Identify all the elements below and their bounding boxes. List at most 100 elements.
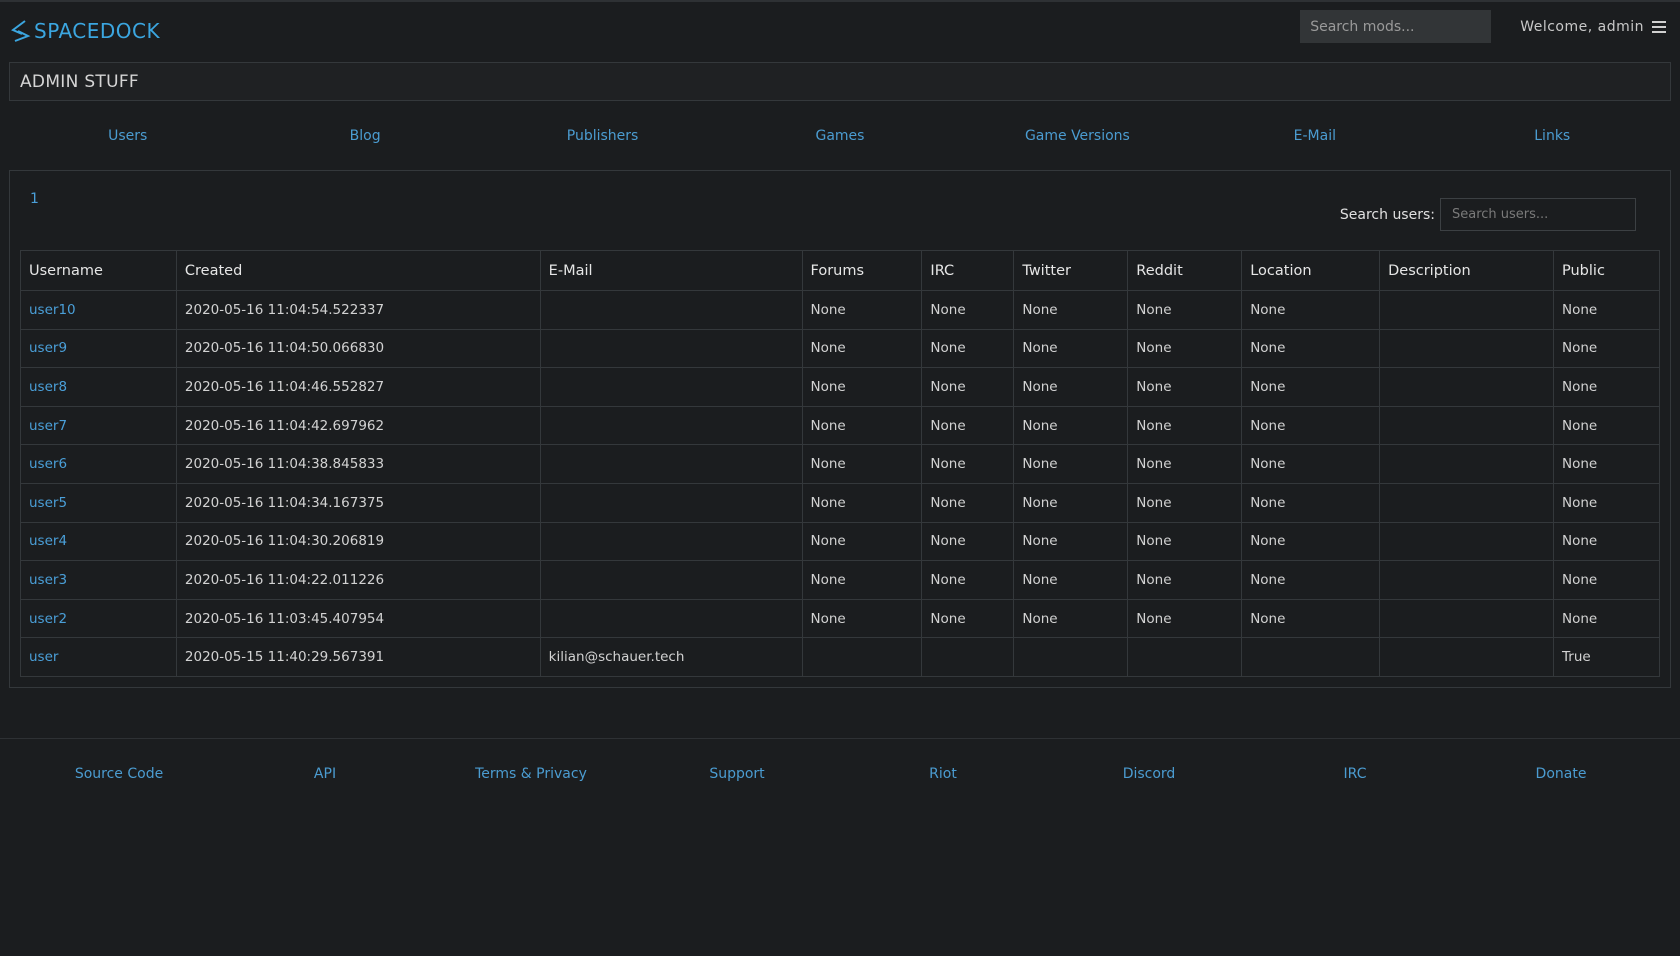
username-cell: user10	[20, 290, 177, 330]
table-cell	[539, 405, 803, 446]
admin-title-panel: ADMIN STUFF	[9, 62, 1671, 101]
table-cell: 2020-05-15 11:40:29.567391	[175, 637, 541, 677]
table-cell: None	[1553, 367, 1660, 407]
table-cell: 2020-05-16 11:04:54.522337	[175, 290, 541, 330]
nav-email[interactable]: E-Mail	[1196, 128, 1433, 144]
table-header-row: Username Created E-Mail Forums IRC Twitter Red…	[20, 250, 1660, 291]
username-link[interactable]: user6	[29, 456, 67, 472]
user-search: Search users:	[1340, 198, 1636, 231]
hamburger-menu-icon[interactable]	[1652, 20, 1666, 33]
table-cell	[539, 290, 803, 330]
table-cell: None	[1127, 521, 1243, 562]
username-cell: user	[20, 637, 177, 677]
table-cell: None	[1241, 482, 1381, 523]
username-cell: user3	[20, 560, 177, 600]
table-cell: None	[1013, 405, 1129, 446]
table-cell: None	[921, 405, 1015, 446]
table-row: user3 2020-05-16 11:04:22.011226 None None N…	[20, 560, 1660, 600]
table-cell: None	[1553, 405, 1660, 446]
table-cell: 2020-05-16 11:04:42.697962	[175, 405, 541, 446]
footer-terms-privacy[interactable]: Terms & Privacy	[428, 766, 634, 782]
spacedock-logo[interactable]: SPACEDOCK	[9, 19, 160, 43]
table-cell	[1379, 637, 1554, 677]
spacedock-logo-icon	[11, 20, 31, 42]
table-row: user4 2020-05-16 11:04:30.206819 None None N…	[20, 521, 1660, 562]
users-table: Username Created E-Mail Forums IRC Twitter Red…	[20, 250, 1660, 677]
table-cell	[1379, 598, 1554, 639]
table-row: user9 2020-05-16 11:04:50.066830 None None N…	[20, 328, 1660, 369]
table-cell: None	[1553, 521, 1660, 562]
nav-games[interactable]: Games	[721, 128, 958, 144]
footer-divider	[0, 738, 1680, 739]
table-cell	[539, 482, 803, 523]
table-row: user 2020-05-15 11:40:29.567391 kilian@sch…	[20, 637, 1660, 677]
table-cell: None	[921, 367, 1015, 407]
username-link[interactable]: user	[29, 649, 58, 665]
table-cell: None	[1553, 560, 1660, 600]
footer-irc[interactable]: IRC	[1252, 766, 1458, 782]
table-cell: None	[1553, 328, 1660, 369]
table-cell: None	[1013, 367, 1129, 407]
table-cell: 2020-05-16 11:04:38.845833	[175, 444, 541, 484]
table-cell: None	[801, 405, 923, 446]
table-cell: None	[1013, 444, 1129, 484]
table-cell	[1127, 637, 1243, 677]
nav-links[interactable]: Links	[1434, 128, 1671, 144]
username-link[interactable]: user2	[29, 611, 67, 627]
footer-riot[interactable]: Riot	[840, 766, 1046, 782]
table-cell	[539, 367, 803, 407]
nav-users[interactable]: Users	[9, 128, 246, 144]
table-cell: None	[1241, 521, 1381, 562]
footer-source-code[interactable]: Source Code	[16, 766, 222, 782]
table-cell: None	[921, 521, 1015, 562]
user-menu[interactable]: Welcome, admin	[1520, 19, 1666, 35]
footer-api[interactable]: API	[222, 766, 428, 782]
table-cell	[1379, 367, 1554, 407]
column-header: Username	[20, 250, 177, 291]
username-link[interactable]: user8	[29, 379, 67, 395]
footer-donate[interactable]: Donate	[1458, 766, 1664, 782]
column-header: IRC	[921, 250, 1015, 291]
table-cell: None	[1127, 328, 1243, 369]
table-cell	[921, 637, 1015, 677]
table-cell: None	[1553, 598, 1660, 639]
username-link[interactable]: user7	[29, 418, 67, 434]
table-cell: 2020-05-16 11:03:45.407954	[175, 598, 541, 639]
footer-discord[interactable]: Discord	[1046, 766, 1252, 782]
table-cell: None	[1241, 598, 1381, 639]
table-body: user10 2020-05-16 11:04:54.522337 None None…	[20, 290, 1660, 677]
username-link[interactable]: user10	[29, 302, 76, 318]
search-mods-input[interactable]	[1300, 10, 1492, 43]
table-cell: None	[1241, 328, 1381, 369]
table-cell: None	[1013, 290, 1129, 330]
nav-game-versions[interactable]: Game Versions	[959, 128, 1196, 144]
table-cell: None	[1013, 598, 1129, 639]
footer-support[interactable]: Support	[634, 766, 840, 782]
table-cell: None	[801, 328, 923, 369]
table-cell: None	[1127, 367, 1243, 407]
table-cell	[801, 637, 923, 677]
column-header: Forums	[801, 250, 923, 291]
table-cell	[539, 560, 803, 600]
search-users-input[interactable]	[1440, 198, 1636, 231]
username-link[interactable]: user4	[29, 533, 67, 549]
table-cell	[1379, 328, 1554, 369]
nav-publishers[interactable]: Publishers	[484, 128, 721, 144]
table-cell	[1379, 405, 1554, 446]
username-link[interactable]: user5	[29, 495, 67, 511]
table-cell: 2020-05-16 11:04:34.167375	[175, 482, 541, 523]
table-cell	[539, 598, 803, 639]
table-cell: None	[801, 560, 923, 600]
nav-blog[interactable]: Blog	[246, 128, 483, 144]
table-row: user8 2020-05-16 11:04:46.552827 None None N…	[20, 367, 1660, 407]
column-header: E-Mail	[539, 250, 803, 291]
username-link[interactable]: user9	[29, 340, 67, 356]
username-link[interactable]: user3	[29, 572, 67, 588]
table-cell	[539, 328, 803, 369]
table-cell: None	[1127, 405, 1243, 446]
table-cell: None	[921, 560, 1015, 600]
table-cell: None	[801, 444, 923, 484]
pagination-page-link[interactable]: 1	[30, 191, 39, 207]
table-cell: None	[1241, 444, 1381, 484]
column-header: Description	[1379, 250, 1554, 291]
